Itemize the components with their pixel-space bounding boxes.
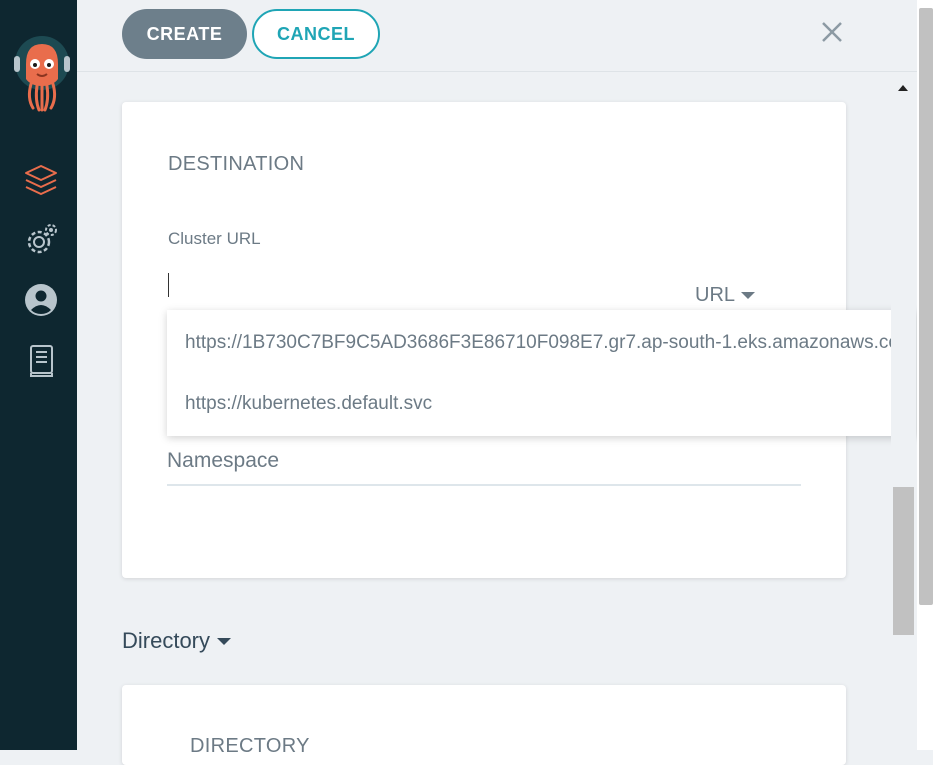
window-scrollbar-thumb[interactable]: [919, 8, 933, 605]
url-type-select[interactable]: URL: [695, 284, 756, 307]
chevron-down-icon: [217, 637, 232, 645]
directory-title: DIRECTORY: [190, 735, 310, 757]
top-bar: CREATE CANCEL: [77, 0, 933, 72]
close-icon[interactable]: [818, 18, 846, 46]
namespace-field[interactable]: Namespace: [167, 447, 801, 486]
argo-logo-icon[interactable]: [13, 34, 71, 112]
cluster-url-input[interactable]: [168, 273, 169, 297]
docs-icon[interactable]: [22, 341, 60, 379]
create-button[interactable]: CREATE: [122, 9, 247, 59]
source-type-select[interactable]: Directory: [122, 628, 232, 654]
applications-icon[interactable]: [22, 161, 60, 199]
sidebar: [0, 0, 77, 750]
cluster-url-dropdown: https://1B730C7BF9C5AD3686F3E86710F098E7…: [167, 310, 916, 436]
inner-scrollbar[interactable]: [891, 72, 916, 750]
settings-icon[interactable]: [22, 221, 60, 259]
inner-scrollbar-thumb[interactable]: [893, 487, 914, 635]
source-type-label: Directory: [122, 628, 211, 653]
cluster-url-label: Cluster URL: [168, 229, 261, 248]
scroll-up-icon[interactable]: [896, 80, 910, 91]
destination-title: DESTINATION: [168, 153, 305, 175]
dropdown-option[interactable]: https://1B730C7BF9C5AD3686F3E86710F098E7…: [185, 332, 915, 354]
dropdown-option[interactable]: https://kubernetes.default.svc: [185, 393, 432, 415]
cancel-button[interactable]: CANCEL: [252, 9, 380, 59]
chevron-down-icon: [741, 292, 756, 299]
url-type-label: URL: [695, 284, 736, 306]
directory-card: DIRECTORY: [122, 685, 846, 765]
namespace-placeholder: Namespace: [167, 449, 280, 472]
user-icon[interactable]: [22, 281, 60, 319]
